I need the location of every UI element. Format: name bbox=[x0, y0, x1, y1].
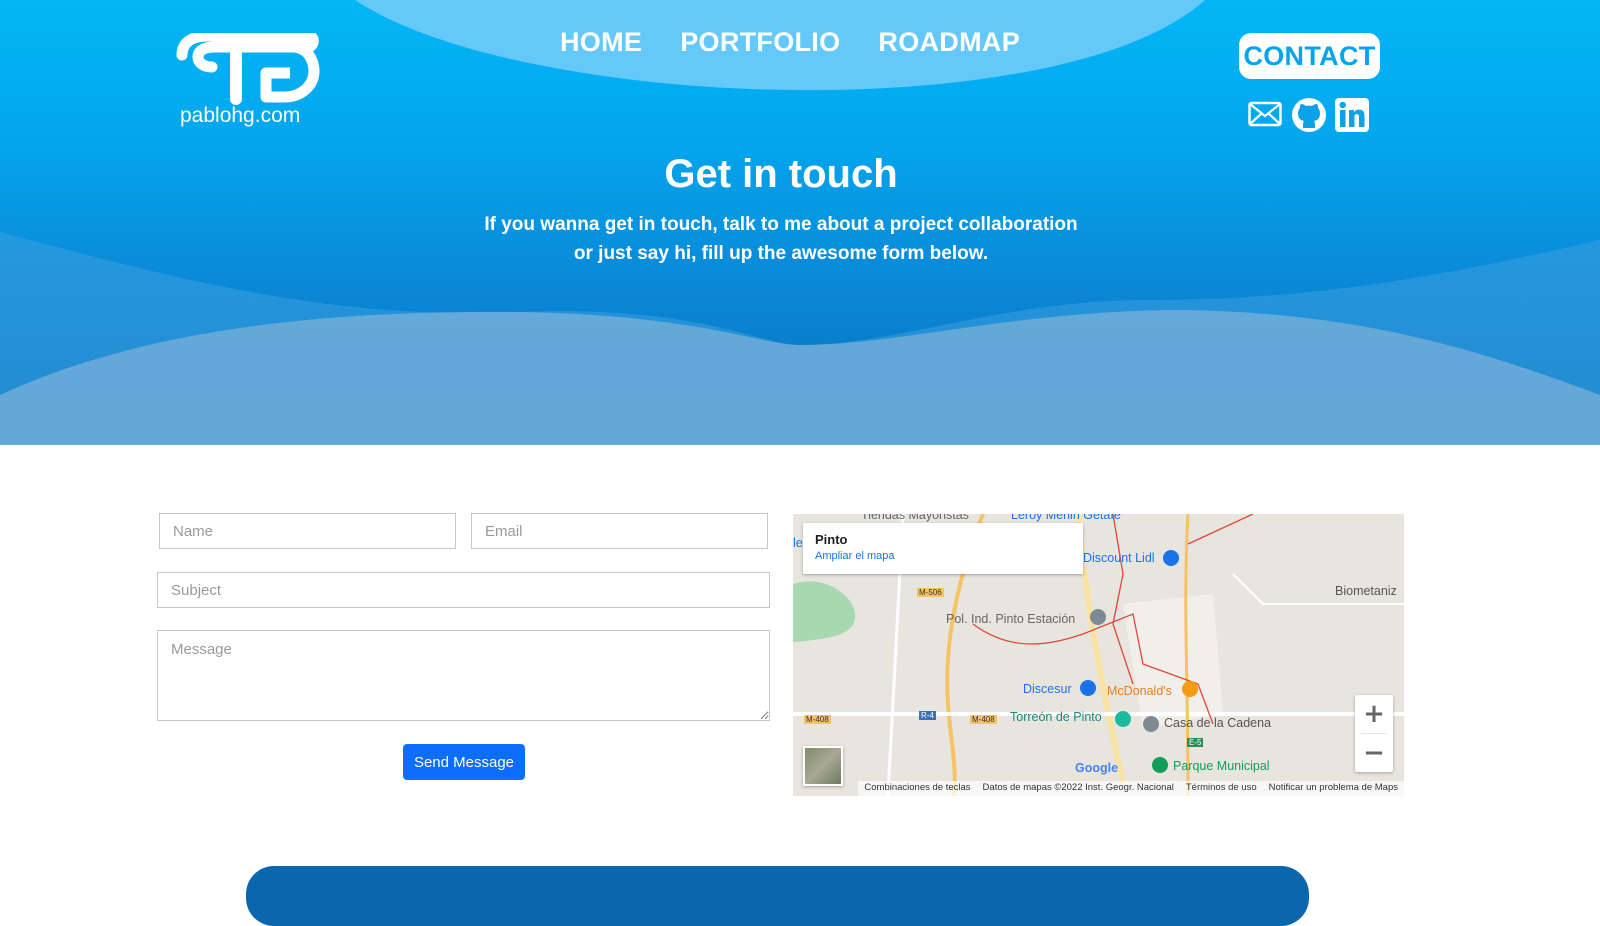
social-links bbox=[1248, 97, 1369, 132]
road-e5: E-5 bbox=[1187, 738, 1204, 747]
road-m408-b: M-408 bbox=[970, 715, 997, 724]
nav-roadmap[interactable]: ROADMAP bbox=[878, 27, 1020, 58]
logo-mark-icon bbox=[176, 33, 320, 105]
map-label-edge: le bbox=[793, 536, 803, 550]
embedded-map[interactable]: Pinto Ampliar el mapa Tiendas Mayoristas… bbox=[793, 514, 1404, 796]
map-label-lidl: Discount Lidl bbox=[1083, 551, 1155, 565]
map-label-parque: Parque Municipal bbox=[1173, 759, 1270, 773]
map-label-casa: Casa de la Cadena bbox=[1164, 716, 1272, 730]
logo-text[interactable]: pablohg.com bbox=[180, 104, 300, 128]
zoom-out-button[interactable]: − bbox=[1355, 734, 1393, 772]
map-label-discesur: Discesur bbox=[1023, 682, 1072, 696]
map-attribution: Combinaciones de teclas Datos de mapas ©… bbox=[793, 781, 1404, 796]
map-label-poligono: Pol. Ind. Pinto Estación bbox=[946, 612, 1076, 626]
subject-input[interactable] bbox=[157, 572, 770, 608]
subtitle-line-1: If you wanna get in touch, talk to me ab… bbox=[484, 214, 1078, 235]
road-m506: M-506 bbox=[917, 588, 944, 597]
nav-portfolio[interactable]: PORTFOLIO bbox=[680, 27, 840, 58]
subtitle-line-2: or just say hi, fill up the awesome form… bbox=[573, 243, 989, 264]
road-m408-a: M-408 bbox=[804, 715, 831, 724]
map-label-leroy: Leroy Merlin Getafe bbox=[1011, 514, 1121, 522]
map-zoom-controls: + − bbox=[1355, 695, 1393, 772]
hero-section: pablohg.com HOME PORTFOLIO ROADMAP CONTA… bbox=[0, 0, 1600, 445]
satellite-layer-toggle[interactable] bbox=[803, 746, 843, 786]
map-label-torreon: Torreón de Pinto bbox=[1010, 710, 1102, 724]
road-r4: R-4 bbox=[919, 711, 936, 720]
linkedin-icon[interactable] bbox=[1334, 97, 1369, 132]
map-footer-report[interactable]: Notificar un problema de Maps bbox=[1262, 781, 1404, 796]
map-label-biometaniz: Biometaniz bbox=[1335, 584, 1397, 598]
map-footer-shortcuts[interactable]: Combinaciones de teclas bbox=[858, 781, 977, 796]
email-input[interactable] bbox=[471, 513, 768, 549]
map-info-box: Pinto Ampliar el mapa bbox=[803, 523, 1083, 574]
github-icon[interactable] bbox=[1291, 97, 1326, 132]
footer-card bbox=[246, 866, 1309, 926]
map-label-tiendas: Tiendas Mayoristas bbox=[861, 514, 969, 522]
map-footer-data: Datos de mapas ©2022 Inst. Geogr. Nacion… bbox=[976, 781, 1180, 796]
page-subtitle: If you wanna get in touch, talk to me ab… bbox=[0, 210, 1562, 268]
map-place-name: Pinto bbox=[815, 532, 848, 547]
envelope-icon[interactable] bbox=[1248, 97, 1282, 131]
contact-button[interactable]: CONTACT bbox=[1239, 33, 1380, 79]
page-title: Get in touch bbox=[664, 152, 898, 196]
map-enlarge-link[interactable]: Ampliar el mapa bbox=[815, 550, 1071, 562]
message-textarea[interactable] bbox=[157, 630, 770, 721]
name-input[interactable] bbox=[159, 513, 456, 549]
send-message-button[interactable]: Send Message bbox=[403, 744, 525, 780]
google-logo: Google bbox=[1075, 761, 1119, 775]
nav-home[interactable]: HOME bbox=[560, 27, 642, 58]
zoom-in-button[interactable]: + bbox=[1355, 695, 1393, 733]
map-label-mcdonalds: McDonald's bbox=[1107, 684, 1172, 698]
map-footer-terms[interactable]: Términos de uso bbox=[1179, 781, 1263, 796]
main-nav: HOME PORTFOLIO ROADMAP bbox=[560, 27, 1020, 58]
